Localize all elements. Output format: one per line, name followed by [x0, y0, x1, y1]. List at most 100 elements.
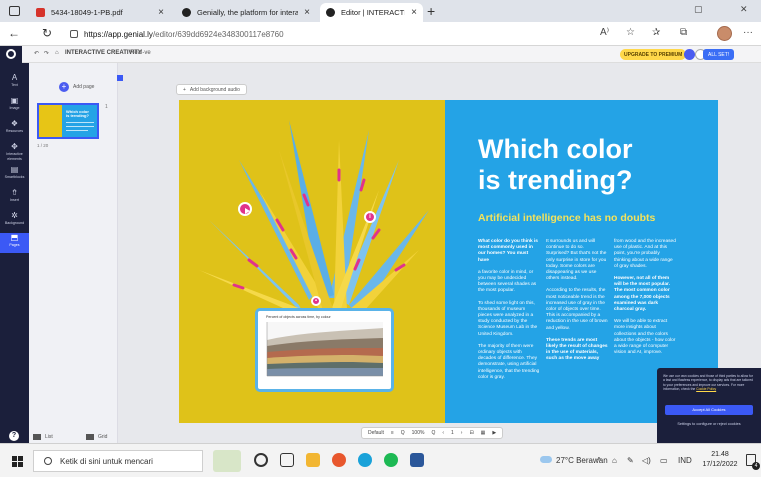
text-column-2[interactable]: It surrounds us and will continue to do …	[546, 239, 608, 369]
user-avatar[interactable]	[684, 49, 695, 60]
help-button[interactable]: ?	[9, 431, 19, 441]
sidebar-item-interactive-elements[interactable]: ✥ Interactive elements	[0, 142, 29, 162]
windows-start-icon[interactable]	[12, 456, 23, 467]
align-icon[interactable]: ≡	[391, 430, 394, 436]
cookie-policy-link[interactable]: Cookie Policy	[696, 387, 716, 391]
notification-count: 4	[752, 462, 760, 470]
close-icon[interactable]: ×	[304, 7, 310, 18]
windows-taskbar: Ketik di sini untuk mencari 27°C Berawan…	[0, 443, 761, 477]
slide-title[interactable]: Which color is trending?	[478, 134, 633, 196]
view-mode[interactable]: Real-ve	[130, 50, 151, 56]
chart-hotspot-button[interactable]: ▪	[311, 296, 321, 306]
panel-resize-handle[interactable]	[117, 75, 123, 81]
chart-popup[interactable]: Percent of objects across time, by colou…	[255, 308, 394, 392]
previous-page-icon[interactable]: ‹	[442, 430, 444, 436]
pen-icon[interactable]: ✎	[627, 456, 634, 465]
zoom-in-icon[interactable]: Q	[431, 430, 435, 436]
page-thumbnail[interactable]: Which color is trending?	[37, 103, 99, 139]
tab-pdf[interactable]: 5434-18049-1-PB.pdf ×	[30, 3, 170, 22]
accept-cookies-button[interactable]: Accept All Cookies	[665, 405, 753, 415]
slide-canvas[interactable]: i ▪ Percent of objects across time, by c…	[179, 100, 718, 423]
cookie-settings-link[interactable]: Settings to configure or reject cookies	[665, 422, 753, 426]
edge-icon[interactable]	[358, 453, 372, 467]
close-icon[interactable]: ×	[411, 7, 417, 18]
background-icon: ✲	[11, 211, 18, 220]
sidebar-label: Pages	[9, 243, 20, 247]
reload-icon[interactable]: ↻	[42, 26, 52, 40]
language-indicator[interactable]: IND	[678, 456, 692, 465]
fit-icon[interactable]: ⊟	[469, 430, 473, 436]
clock-time: 21.48	[711, 451, 729, 458]
chart-title: Percent of objects across time, by colou…	[266, 315, 331, 319]
keyboard-icon[interactable]: ▭	[660, 456, 668, 465]
collections-icon[interactable]: ⧉	[680, 27, 687, 38]
taskbar-search-box[interactable]: Ketik di sini untuk mencari	[33, 450, 203, 472]
undo-icon[interactable]: ↶	[34, 50, 39, 57]
text-column-1[interactable]: What color do you think is most commonly…	[478, 239, 540, 387]
sidebar-item-resources[interactable]: ❖ Resources	[0, 119, 29, 139]
close-window-icon[interactable]: ✕	[740, 4, 748, 15]
pages-icon: ⬒	[10, 233, 19, 242]
tray-chevron-icon[interactable]: ^	[597, 456, 601, 465]
thumbnail-yellow-panel	[39, 105, 62, 137]
smartblocks-icon: ▤	[10, 165, 19, 174]
all-set-button[interactable]: ALL SET!	[703, 49, 735, 60]
clock-date: 17/12/2022	[702, 461, 738, 468]
tab-editor[interactable]: Editor | INTERACTIVE CREATIVITY ×	[320, 3, 423, 22]
stream-chart	[266, 322, 383, 377]
text-column-3[interactable]: from wood and the increased use of plast…	[614, 239, 676, 362]
back-icon[interactable]: ←	[8, 26, 20, 40]
favorites-icon[interactable]: ✰	[652, 27, 660, 38]
home-icon[interactable]: ⌂	[55, 50, 59, 56]
sidebar-item-background[interactable]: ✲ Background	[0, 211, 29, 231]
clock[interactable]: 21.48 17/12/2022	[700, 450, 740, 470]
favorite-star-icon[interactable]: ☆	[626, 27, 635, 38]
redo-icon[interactable]: ↷	[44, 50, 49, 57]
search-highlight-image[interactable]	[213, 450, 241, 472]
sidebar-item-pages[interactable]: ⬒ Pages	[0, 233, 29, 253]
list-icon	[33, 434, 41, 440]
sidebar-item-image[interactable]: ▣ Image	[0, 96, 29, 116]
profile-avatar[interactable]	[717, 26, 732, 41]
play-hotspot-button[interactable]	[238, 202, 252, 216]
network-icon[interactable]: ⌂	[612, 456, 617, 465]
file-explorer-icon[interactable]	[306, 453, 320, 467]
sidebar-item-text[interactable]: A Text	[0, 73, 29, 93]
zoom-level[interactable]: 100%	[412, 430, 425, 436]
firefox-icon[interactable]	[332, 453, 346, 467]
read-aloud-icon[interactable]: A⁾	[600, 27, 609, 38]
upgrade-button[interactable]: UPGRADE TO PREMIUM	[620, 49, 687, 60]
image-icon: ▣	[10, 96, 19, 105]
notification-icon[interactable]: 4	[746, 454, 760, 470]
tab-genially[interactable]: Genially, the platform for interac ×	[176, 3, 316, 22]
preview-play-icon[interactable]: ▶	[492, 430, 496, 436]
add-background-audio-button[interactable]: + Add background audio	[176, 84, 247, 95]
zoom-out-icon[interactable]: Q	[401, 430, 405, 436]
new-tab-button[interactable]: +	[427, 3, 435, 19]
lock-icon	[70, 30, 78, 38]
tab-actions-icon[interactable]	[9, 6, 20, 16]
list-view-tab[interactable]: List	[33, 434, 53, 440]
url-field[interactable]: https://app.genial.ly/editor/639dd6924e3…	[70, 25, 590, 43]
default-view-button[interactable]: Default	[368, 430, 384, 436]
volume-icon[interactable]: ◁)	[642, 456, 651, 465]
word-icon[interactable]	[410, 453, 424, 467]
cortana-icon[interactable]	[254, 453, 268, 467]
more-options-icon[interactable]: ···	[743, 27, 753, 38]
spotify-icon[interactable]	[384, 453, 398, 467]
slide-subtitle[interactable]: Artificial intelligence has no doubts	[478, 212, 655, 224]
grid-toggle-icon[interactable]: ▦	[481, 430, 486, 436]
sidebar-item-insert[interactable]: ⇮ Insert	[0, 188, 29, 208]
tab-title: Editor | INTERACTIVE CREATIVITY	[341, 8, 405, 17]
add-page-button[interactable]: + Add page	[59, 82, 94, 92]
info-icon: i	[369, 214, 371, 220]
task-view-icon[interactable]	[280, 453, 294, 467]
next-page-icon[interactable]: ›	[461, 430, 463, 436]
grid-view-tab[interactable]: Grid	[86, 434, 107, 440]
minimize-icon[interactable]: ▢	[694, 4, 703, 15]
sidebar-item-smartblocks[interactable]: ▤ Smartblocks	[0, 165, 29, 185]
close-icon[interactable]: ×	[158, 7, 164, 18]
info-hotspot-button[interactable]: i	[364, 211, 376, 223]
paragraph: from wood and the increased use of plast…	[614, 239, 676, 269]
genially-logo[interactable]	[0, 46, 22, 63]
